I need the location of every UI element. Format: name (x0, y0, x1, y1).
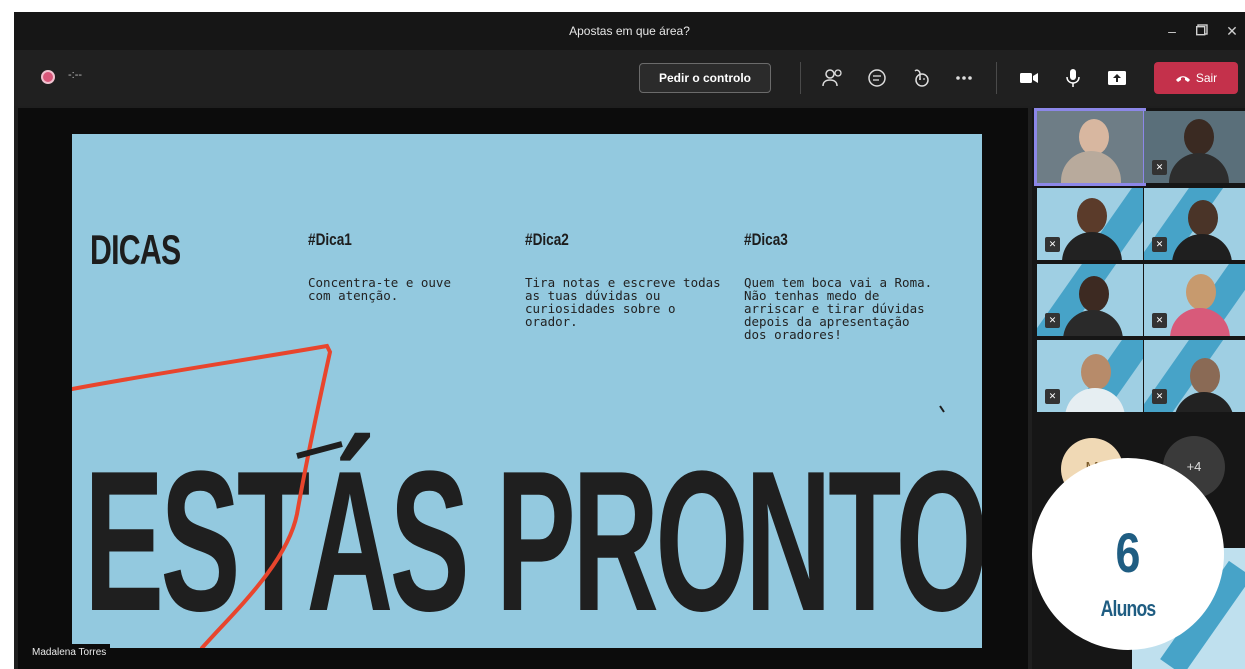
participant-video (1184, 119, 1214, 155)
mouse-cursor-icon (939, 405, 945, 413)
participant-tile[interactable]: ✕ (1144, 188, 1245, 260)
student-count: 6 (1115, 521, 1141, 584)
phone-hangup-icon (1175, 76, 1190, 82)
reactions-icon[interactable] (907, 66, 933, 90)
mic-off-icon: ✕ (1045, 389, 1060, 404)
participants-icon[interactable] (820, 66, 846, 90)
maximize-icon[interactable] (1189, 20, 1215, 42)
camera-icon[interactable] (1016, 66, 1042, 90)
participant-tile[interactable]: ✕ (1144, 111, 1245, 183)
minimize-icon[interactable]: – (1159, 20, 1185, 42)
request-control-button[interactable]: Pedir o controlo (639, 63, 771, 93)
shared-screen-stage: DICAS #Dica1 Concentra-te e ouve com ate… (18, 108, 1028, 669)
participant-video (1079, 119, 1109, 155)
student-count-badge: 6 Alunos (1032, 458, 1224, 650)
participant-video (1186, 274, 1216, 310)
more-options-icon[interactable] (951, 66, 977, 90)
participant-tile[interactable]: ✕ (1144, 340, 1245, 412)
leave-button-label: Sair (1195, 71, 1218, 85)
participant-video (1188, 200, 1218, 236)
participant-video (1190, 358, 1220, 394)
mic-off-icon: ✕ (1152, 237, 1167, 252)
presentation-slide: DICAS #Dica1 Concentra-te e ouve com ate… (72, 134, 982, 648)
participant-tile[interactable]: ✕ (1144, 264, 1245, 336)
meeting-timer: -:-- (68, 69, 83, 81)
participant-tile[interactable]: ✕ (1037, 340, 1143, 412)
mic-off-icon: ✕ (1152, 313, 1167, 328)
participant-video (1081, 354, 1111, 390)
participant-tile[interactable] (1034, 108, 1146, 186)
share-screen-icon[interactable] (1104, 66, 1130, 90)
presenter-name-tag: Madalena Torres (28, 644, 111, 661)
leave-button[interactable]: Sair (1154, 62, 1238, 94)
mic-off-icon: ✕ (1152, 389, 1167, 404)
mic-off-icon: ✕ (1045, 313, 1060, 328)
title-bar: Apostas em que área? – ✕ (14, 12, 1245, 50)
student-count-label: Alunos (1100, 596, 1157, 621)
mic-off-icon: ✕ (1045, 237, 1060, 252)
annotation-ink (72, 343, 945, 648)
participant-tile[interactable]: ✕ (1037, 188, 1143, 260)
participant-video (1079, 276, 1109, 312)
chat-icon[interactable] (864, 66, 890, 90)
window-title: Apostas em que área? (569, 24, 690, 38)
meeting-toolbar: -:-- Pedir o controlo Sair (14, 50, 1245, 106)
divider (800, 62, 801, 94)
mic-off-icon: ✕ (1152, 160, 1167, 175)
participant-video (1077, 198, 1107, 234)
participant-video-body (1061, 151, 1121, 183)
participant-tile[interactable]: ✕ (1037, 264, 1143, 336)
teams-meeting-window: Apostas em que área? – ✕ -:-- Pedir o co… (14, 12, 1245, 669)
participant-video-body (1169, 153, 1229, 183)
close-icon[interactable]: ✕ (1219, 20, 1245, 42)
microphone-icon[interactable] (1060, 66, 1086, 90)
divider (996, 62, 997, 94)
recording-icon (41, 70, 55, 84)
